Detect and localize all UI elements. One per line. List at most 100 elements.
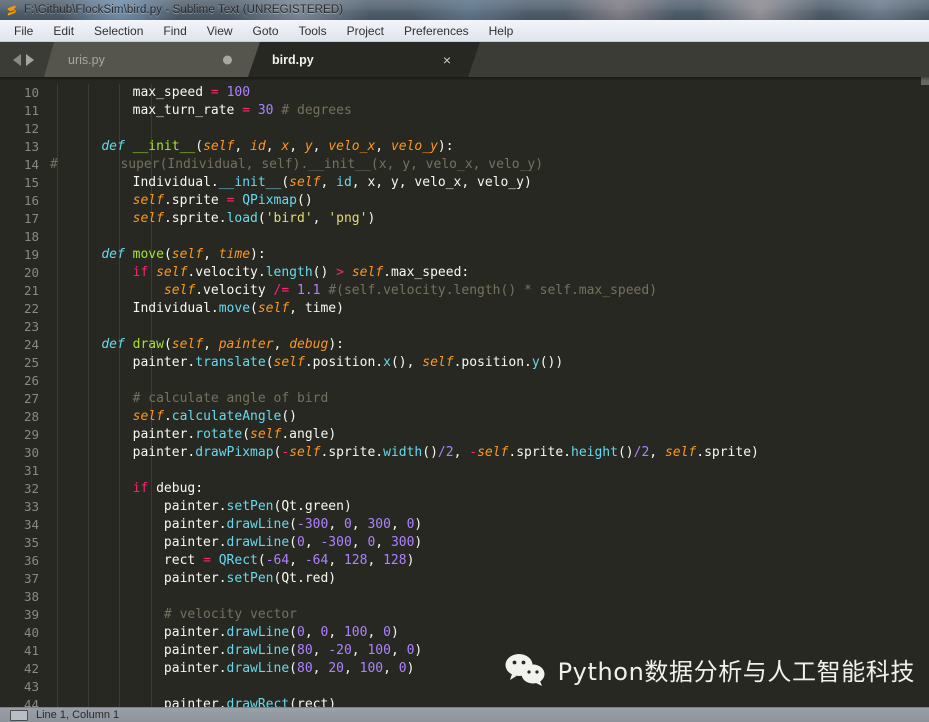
code-line[interactable]: 22 Individual.move(self, time) [0,300,929,318]
code-line[interactable]: 33 painter.setPen(Qt.green) [0,498,929,516]
code-line[interactable]: 35 painter.drawLine(0, -300, 0, 300) [0,534,929,552]
menu-item-tools[interactable]: Tools [290,22,336,40]
tab-bird-py[interactable]: bird.py × [248,42,480,77]
menu-item-preferences[interactable]: Preferences [395,22,478,40]
code-line[interactable]: 36 rect = QRect(-64, -64, 128, 128) [0,552,929,570]
code-line[interactable]: 39 # velocity vector [0,606,929,624]
code-line[interactable]: 40 painter.drawLine(0, 0, 100, 0) [0,624,929,642]
code-line[interactable]: 21 self.velocity /= 1.1 #(self.velocity.… [0,282,929,300]
menu-item-find[interactable]: Find [154,22,195,40]
code-token: painter. [163,499,227,514]
panel-icon[interactable] [10,709,28,721]
code-token: ) [390,625,399,640]
code-token: # velocity vector [163,607,297,622]
code-token: , [351,535,368,550]
line-number: 17 [23,211,39,226]
menu-item-selection[interactable]: Selection [85,22,152,40]
vertical-scrollbar[interactable] [921,77,929,707]
code-line[interactable]: 32 if debug: [0,480,929,498]
chevron-right-icon[interactable] [25,53,34,66]
code-token: -20 [328,643,352,658]
code-line-content: # calculate angle of bird [48,390,929,408]
code-line[interactable]: 17 self.sprite.load('bird', 'png') [0,210,929,228]
code-line-content: max_turn_rate = 30 # degrees [48,102,929,120]
code-line-content: painter.setPen(Qt.green) [48,498,929,516]
code-line[interactable]: 19 def move(self, time): [0,246,929,264]
code-line[interactable]: 16 self.sprite = QPixmap() [0,192,929,210]
menu-item-project[interactable]: Project [338,22,393,40]
code-token: self [171,247,204,262]
code-line-content: # velocity vector [48,606,929,624]
code-line[interactable]: 14 # super(Individual, self).__init__(x, … [0,156,929,174]
code-line-content: self.sprite.load('bird', 'png') [48,210,929,228]
menu-item-file[interactable]: File [5,22,42,40]
code-line[interactable]: 42 painter.drawLine(80, 20, 100, 0) [0,660,929,678]
code-line[interactable]: 23 [0,318,929,336]
code-token: , [328,553,344,568]
line-number: 28 [23,409,39,424]
code-line[interactable]: 25 painter.translate(self.position.x(), … [0,354,929,372]
code-line[interactable]: 41 painter.drawLine(80, -20, 100, 0) [0,642,929,660]
line-number: 40 [23,625,39,640]
menu-item-goto[interactable]: Goto [244,22,288,40]
code-line[interactable]: 43 [0,678,929,696]
code-token: ( [257,553,266,568]
code-token: ) [367,211,376,226]
code-line[interactable]: 26 [0,372,929,390]
code-line[interactable]: 31 [0,462,929,480]
code-token: self [351,265,384,280]
code-line[interactable]: 44 painter.drawRect(rect) [0,696,929,707]
code-line[interactable]: 10 max_speed = 100 [0,84,929,102]
menu-item-edit[interactable]: Edit [44,22,83,40]
code-line[interactable]: 38 [0,588,929,606]
code-line[interactable]: 18 [0,228,929,246]
code-line[interactable]: 30 painter.drawPixmap(-self.sprite.width… [0,444,929,462]
code-token: /= [273,283,290,298]
code-line[interactable]: 13 def __init__(self, id, x, y, velo_x, … [0,138,929,156]
code-token: (rect) [289,697,337,707]
code-line[interactable]: 27 # calculate angle of bird [0,390,929,408]
code-line[interactable]: 15 Individual.__init__(self, id, x, y, v… [0,174,929,192]
tab-uris-py[interactable]: uris.py [44,42,260,77]
code-text[interactable]: 10 max_speed = 100 11 max_turn_rate = 30 … [0,77,929,707]
chevron-left-icon[interactable] [12,53,21,66]
code-token: x [383,355,391,370]
close-icon[interactable]: × [440,53,454,67]
editor-pane[interactable]: 10 max_speed = 100 11 max_turn_rate = 30 … [0,77,929,707]
code-token: max_speed [132,85,211,100]
code-line[interactable]: 28 self.calculateAngle() [0,408,929,426]
code-line-content: self.velocity /= 1.1 #(self.velocity.len… [48,282,929,300]
line-number: 34 [23,517,39,532]
tab-navigation[interactable] [0,42,46,77]
code-line-content: self.sprite = QPixmap() [48,192,929,210]
code-token: ) [414,535,423,550]
code-token: .sprite. [508,445,571,460]
code-line[interactable]: 11 max_turn_rate = 30 # degrees [0,102,929,120]
code-line[interactable]: 34 painter.drawLine(-300, 0, 300, 0) [0,516,929,534]
line-number: 23 [23,319,39,334]
code-line[interactable]: 24 def draw(self, painter, debug): [0,336,929,354]
code-token: , [312,211,329,226]
menu-item-view[interactable]: View [198,22,242,40]
code-token: time [218,247,251,262]
code-line[interactable]: 29 painter.rotate(self.angle) [0,426,929,444]
menu-item-help[interactable]: Help [480,22,523,40]
code-line[interactable]: 20 if self.velocity.length() > self.max_… [0,264,929,282]
code-token: , [203,247,219,262]
scrollbar-thumb[interactable] [921,77,929,85]
code-token: 0 [398,661,407,676]
code-line[interactable]: 37 painter.setPen(Qt.red) [0,570,929,588]
code-token: .max_speed: [383,265,470,280]
code-line-content: self.calculateAngle() [48,408,929,426]
code-token: 20 [328,661,344,676]
code-line[interactable]: 12 [0,120,929,138]
code-token: 0 [297,625,305,640]
code-token: .sprite. [163,211,227,226]
